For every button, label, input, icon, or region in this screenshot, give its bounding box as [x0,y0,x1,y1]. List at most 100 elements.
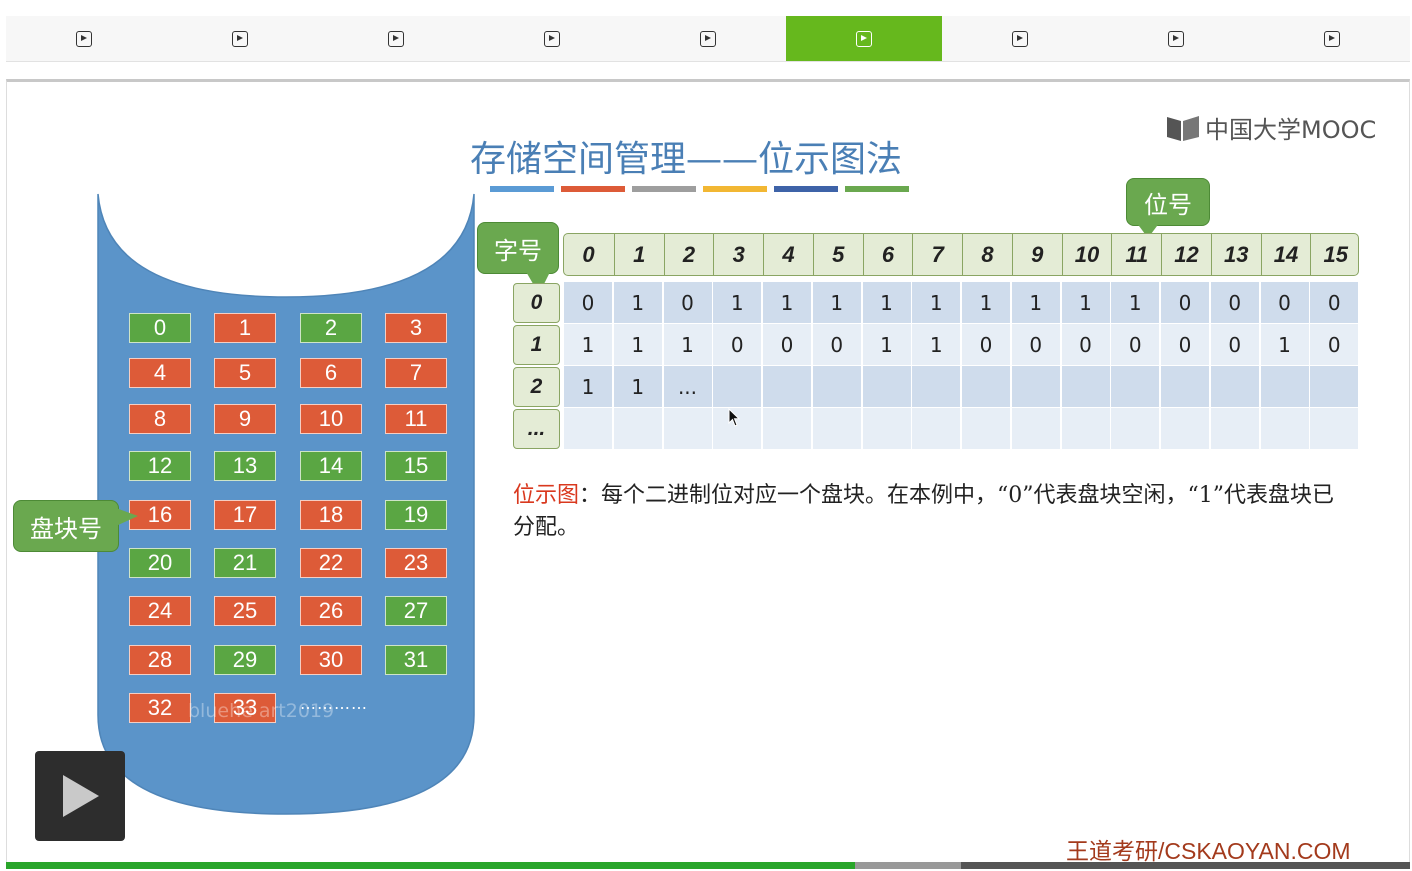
play-square-icon [1168,30,1184,47]
disk-block: 0 [129,313,191,343]
bit-header-cell: 2 [663,233,714,276]
bitmap-cell [912,408,962,449]
bitmap-cell [1011,408,1061,449]
chapter-segment-5[interactable] [786,16,942,61]
bitmap-cell [564,408,613,449]
footer-brand: 王道考研/CSKAOYAN.COM [1066,838,1351,864]
disk-block: 26 [300,596,362,626]
logo-text: 中国大学MOOC [1205,116,1377,144]
title-underline-bar [632,186,696,192]
bitmap-cell: ... [663,366,713,407]
bitmap-cell: 1 [564,324,613,365]
bitmap-cell: 0 [1210,282,1260,323]
bitmap-cell: 0 [1310,324,1360,365]
chapter-segment-4[interactable] [630,16,786,61]
bitmap-cell: 0 [962,324,1011,365]
bit-header-cell: 14 [1260,233,1311,276]
disk-block: 7 [385,358,447,388]
book-icon [1167,115,1199,141]
bit-header-cell: 15 [1310,233,1360,276]
disk-block: 3 [385,313,447,343]
bitmap-description: 位示图：每个二进制位对应一个盘块。在本例中，“0”代表盘块空闲，“1”代表盘块已… [513,480,1353,544]
play-square-icon [76,30,92,47]
title-underline-bar [490,186,554,192]
bit-header-cell: 1 [613,233,664,276]
chapter-segment-3[interactable] [474,16,630,61]
disk-block: 10 [300,404,362,434]
progress-buffered [855,862,961,869]
bitmap-cell [1260,366,1310,407]
bitmap-cell: 1 [713,282,763,323]
bitmap-cell [1111,366,1161,407]
disk-block: 19 [385,500,447,530]
play-square-icon [1012,30,1028,47]
play-button[interactable] [35,751,125,841]
bitmap-cell: 1 [613,324,663,365]
bit-header-cell: 11 [1111,233,1161,276]
title-underline-bar [845,186,909,192]
chapter-segment-8[interactable] [1254,16,1410,61]
play-square-icon [388,30,404,47]
bitmap-cell [1061,366,1111,407]
chapter-segment-6[interactable] [942,16,1098,61]
bitmap-cell [962,408,1011,449]
bitmap-cell: 1 [1061,282,1111,323]
bitmap-cell [763,408,812,449]
bitmap-cell: 0 [663,282,713,323]
disk-block: 5 [214,358,276,388]
bit-number-callout-label: 位号 [1144,190,1192,219]
bitmap-cell: 0 [1011,324,1061,365]
disk-block: 2 [300,313,362,343]
chapter-segment-0[interactable] [6,16,162,61]
video-progress-bar[interactable] [6,862,1410,869]
mouse-cursor-icon [728,408,741,427]
disk-block: 1 [214,313,276,343]
bitmap-cell [1210,408,1260,449]
bitmap-cell [1310,366,1360,407]
bitmap-cell: 0 [713,324,763,365]
bit-header-cell: 10 [1061,233,1112,276]
description-term: 位示图 [513,483,580,508]
disk-block: 27 [385,596,447,626]
slide-title: 存储空间管理——位示图法 [470,139,903,180]
disk-block: 17 [214,500,276,530]
bitmap-cell: 0 [564,282,613,323]
disk-block: 30 [300,645,362,675]
bit-number-callout: 位号 [1126,178,1210,226]
disk-block: 23 [385,548,447,578]
bitmap-cell: 1 [812,282,862,323]
progress-played [6,862,856,869]
bitmap-cell: 1 [912,324,962,365]
disk-block: 20 [129,548,191,578]
disk-block: 15 [385,451,447,481]
title-underline-bar [774,186,838,192]
disk-block: 32 [129,693,191,723]
bit-header-cell: 6 [862,233,913,276]
disk-block: 28 [129,645,191,675]
bitmap-cell: 1 [663,324,713,365]
bitmap-cell: 1 [962,282,1011,323]
bit-header-cell: 3 [713,233,763,276]
disk-block: 31 [385,645,447,675]
bitmap-cell [1210,366,1260,407]
bitmap-cell [862,408,912,449]
bitmap-cell: 1 [1260,324,1310,365]
disk-block: 8 [129,404,191,434]
chapter-segment-1[interactable] [162,16,318,61]
bitmap-cell [763,366,812,407]
word-header-cell: 2 [513,367,560,407]
chapter-segment-bar [6,16,1410,62]
word-header-cell: 0 [513,283,560,323]
bitmap-cell: 0 [1061,324,1111,365]
disk-block: 12 [129,451,191,481]
bitmap-cell: 0 [1161,324,1210,365]
disk-block: 18 [300,500,362,530]
bitmap-cell: 0 [1210,324,1260,365]
chapter-segment-2[interactable] [318,16,474,61]
bitmap-cell: 0 [1310,282,1360,323]
play-square-icon [232,30,248,47]
bit-header-cell: 5 [812,233,863,276]
play-square-icon [544,30,560,47]
word-header-cell: ... [513,409,560,449]
chapter-segment-7[interactable] [1098,16,1254,61]
